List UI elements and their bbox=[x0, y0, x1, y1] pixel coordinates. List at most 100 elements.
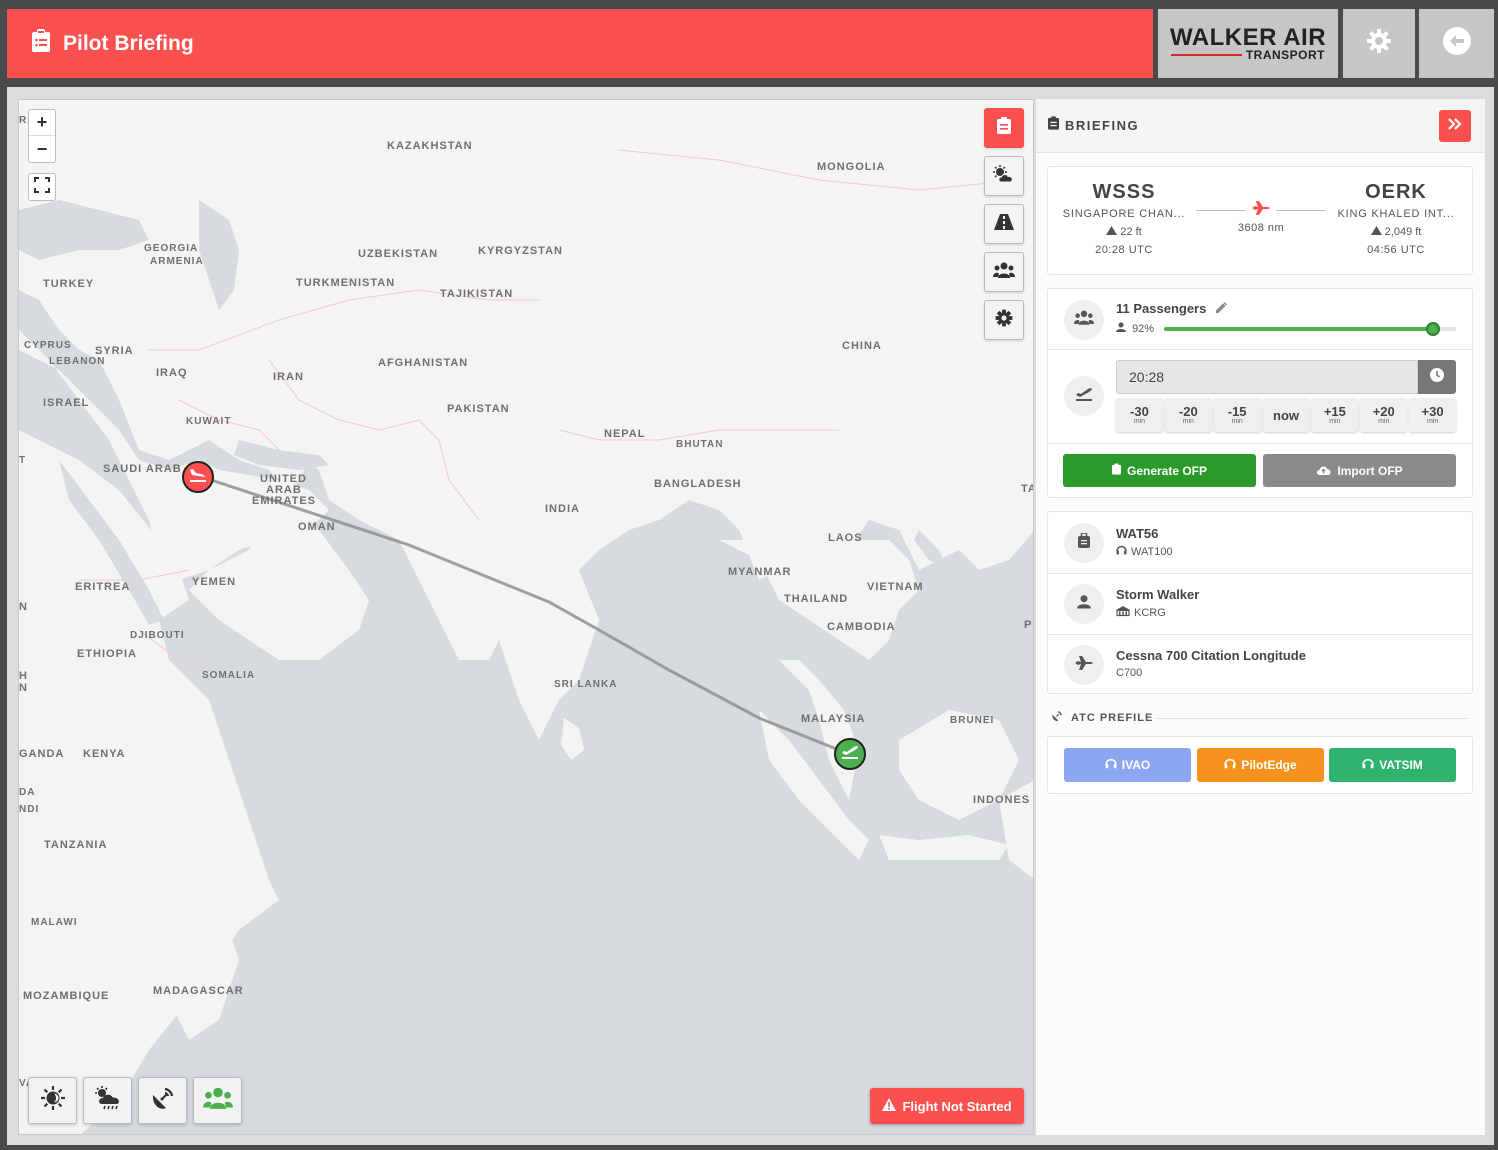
map-label-rwanda: DA bbox=[19, 787, 36, 798]
users-icon bbox=[1074, 310, 1094, 330]
arrival-elevation: 2,049 ft bbox=[1326, 226, 1466, 238]
departure-airport-marker[interactable] bbox=[834, 738, 866, 770]
map-layer-toolbar bbox=[28, 1077, 242, 1124]
map-label-cyprus: CYPRUS bbox=[24, 340, 72, 351]
gear-icon bbox=[995, 309, 1013, 332]
departure-elevation: 22 ft bbox=[1054, 226, 1194, 238]
map-label-burundi: NDI bbox=[19, 804, 40, 815]
atc-prefile-heading: ATC PREFILE bbox=[1051, 710, 1153, 725]
aircraft-code: C700 bbox=[1116, 667, 1143, 679]
mountain-icon bbox=[1370, 226, 1382, 238]
map-label-tajikistan: TAJIKISTAN bbox=[440, 288, 514, 300]
map-tool-column bbox=[984, 108, 1024, 348]
map-label-uganda: GANDA bbox=[19, 748, 65, 760]
plane-landing-icon bbox=[188, 466, 208, 489]
aircraft-row: Cessna 700 Citation Longitude C700 bbox=[1048, 634, 1472, 695]
route-map[interactable]: KAZAKHSTAN MONGOLIA GEORGIA ARMENIA UZBE… bbox=[18, 99, 1034, 1135]
sun-moon-icon bbox=[40, 1085, 66, 1116]
time-offset-buttons: -30 min -20 min -15 min now +15 min +20 min +… bbox=[1116, 398, 1457, 432]
map-label-yemen: YEMEN bbox=[192, 576, 237, 588]
departure-time-input[interactable]: 20:28 bbox=[1116, 360, 1418, 394]
map-label-ta: TA bbox=[1021, 483, 1033, 495]
back-button[interactable] bbox=[1419, 9, 1494, 78]
weather-tool-button[interactable] bbox=[984, 156, 1024, 196]
map-label-n1: N bbox=[19, 601, 28, 613]
map-label-madagascar: MADAGASCAR bbox=[153, 985, 244, 997]
zoom-control: + − bbox=[28, 109, 56, 163]
map-label-malaysia: MALAYSIA bbox=[801, 713, 866, 725]
offset-now-button[interactable]: now bbox=[1262, 398, 1310, 432]
ivao-button[interactable]: IVAO bbox=[1064, 748, 1191, 782]
briefing-tool-button[interactable] bbox=[984, 108, 1024, 148]
map-label-h: H bbox=[19, 670, 28, 682]
pilotedge-button[interactable]: PilotEdge bbox=[1197, 748, 1324, 782]
warning-triangle-icon bbox=[882, 1098, 897, 1114]
map-label-pakistan: PAKISTAN bbox=[447, 403, 510, 415]
load-and-time-card: 11 Passengers 92% 20:28 -30 min -20 min -1… bbox=[1047, 288, 1473, 498]
map-label-nepal: NEPAL bbox=[604, 428, 646, 440]
satellite-dish-icon bbox=[1051, 710, 1063, 725]
day-night-toggle[interactable] bbox=[28, 1077, 77, 1124]
fullscreen-button[interactable] bbox=[28, 173, 56, 201]
zoom-out-button[interactable]: − bbox=[29, 136, 55, 162]
zoom-in-button[interactable]: + bbox=[29, 110, 55, 136]
atc-layer-toggle[interactable] bbox=[138, 1077, 187, 1124]
map-label-iran: IRAN bbox=[273, 371, 304, 383]
offset-minus-20-button[interactable]: -20 min bbox=[1164, 398, 1212, 432]
plane-departure-icon bbox=[1074, 385, 1094, 408]
offset-minus-15-button[interactable]: -15 min bbox=[1213, 398, 1261, 432]
fullscreen-icon bbox=[34, 176, 50, 198]
users-icon bbox=[202, 1087, 233, 1114]
flight-status-badge[interactable]: Flight Not Started bbox=[870, 1088, 1024, 1124]
map-label-t: T bbox=[19, 455, 27, 466]
settings-button[interactable] bbox=[1343, 9, 1415, 78]
map-label-djibouti: DJIBOUTI bbox=[130, 630, 185, 641]
vatsim-button[interactable]: VATSIM bbox=[1329, 748, 1456, 782]
map-label-cambodia: CAMBODIA bbox=[827, 621, 896, 633]
aircraft-avatar bbox=[1064, 645, 1104, 685]
passengers-label: 11 Passengers bbox=[1116, 301, 1228, 316]
arrival-time: 04:56 UTC bbox=[1367, 244, 1425, 256]
map-label-p: P bbox=[1024, 619, 1033, 631]
map-settings-button[interactable] bbox=[984, 300, 1024, 340]
clock-button[interactable] bbox=[1418, 360, 1456, 394]
offset-plus-20-button[interactable]: +20 min bbox=[1360, 398, 1408, 432]
headset-icon bbox=[1105, 758, 1117, 773]
traffic-layer-toggle[interactable] bbox=[193, 1077, 242, 1124]
import-ofp-button[interactable]: Import OFP bbox=[1263, 454, 1456, 487]
passenger-load-fill bbox=[1164, 327, 1433, 331]
generate-ofp-button[interactable]: Generate OFP bbox=[1063, 454, 1256, 487]
offset-minus-30-button[interactable]: -30 min bbox=[1116, 398, 1163, 432]
pilot-name: Storm Walker bbox=[1116, 587, 1200, 602]
offset-plus-15-button[interactable]: +15 min bbox=[1311, 398, 1359, 432]
user-icon bbox=[1116, 322, 1126, 335]
arrival-airport-marker[interactable] bbox=[182, 461, 214, 493]
map-label-indonesia: INDONES bbox=[973, 794, 1031, 806]
collapse-panel-button[interactable] bbox=[1439, 110, 1471, 142]
pilot-base: KCRG bbox=[1116, 606, 1166, 620]
weather-layer-toggle[interactable] bbox=[83, 1077, 132, 1124]
departure-airport: WSSS SINGAPORE CHAN... 22 ft 20:28 UTC bbox=[1054, 181, 1194, 256]
passenger-load-handle[interactable] bbox=[1425, 322, 1440, 336]
map-label-thailand: THAILAND bbox=[784, 593, 849, 605]
traffic-tool-button[interactable] bbox=[984, 252, 1024, 292]
logo-main-text: WALKER AIR bbox=[1169, 23, 1327, 51]
departure-time: 20:28 UTC bbox=[1095, 244, 1153, 256]
distance-value: 3608 nm bbox=[1237, 222, 1285, 234]
briefing-panel-header: BRIEFING bbox=[1036, 99, 1485, 153]
map-label-brunei: BRUNEI bbox=[950, 715, 995, 726]
route-tool-button[interactable] bbox=[984, 204, 1024, 244]
map-label-turkey: TURKEY bbox=[43, 278, 95, 290]
map-label-somalia: SOMALIA bbox=[202, 670, 256, 681]
map-label-bhutan: BHUTAN bbox=[676, 439, 724, 450]
logo-sub-text: TRANSPORT bbox=[1245, 47, 1325, 62]
headset-icon bbox=[1224, 758, 1237, 773]
map-label-georgia: GEORGIA bbox=[144, 243, 199, 254]
mountain-icon bbox=[1106, 226, 1118, 238]
pencil-icon[interactable] bbox=[1215, 301, 1228, 316]
map-label-kazakhstan: KAZAKHSTAN bbox=[387, 140, 473, 152]
map-label-kenya: KENYA bbox=[83, 748, 126, 760]
passenger-load-slider[interactable] bbox=[1164, 322, 1456, 336]
briefing-panel: BRIEFING WSSS SINGAPORE CHAN... 22 ft 20… bbox=[1036, 99, 1485, 1135]
offset-plus-30-button[interactable]: +30 min bbox=[1409, 398, 1457, 432]
